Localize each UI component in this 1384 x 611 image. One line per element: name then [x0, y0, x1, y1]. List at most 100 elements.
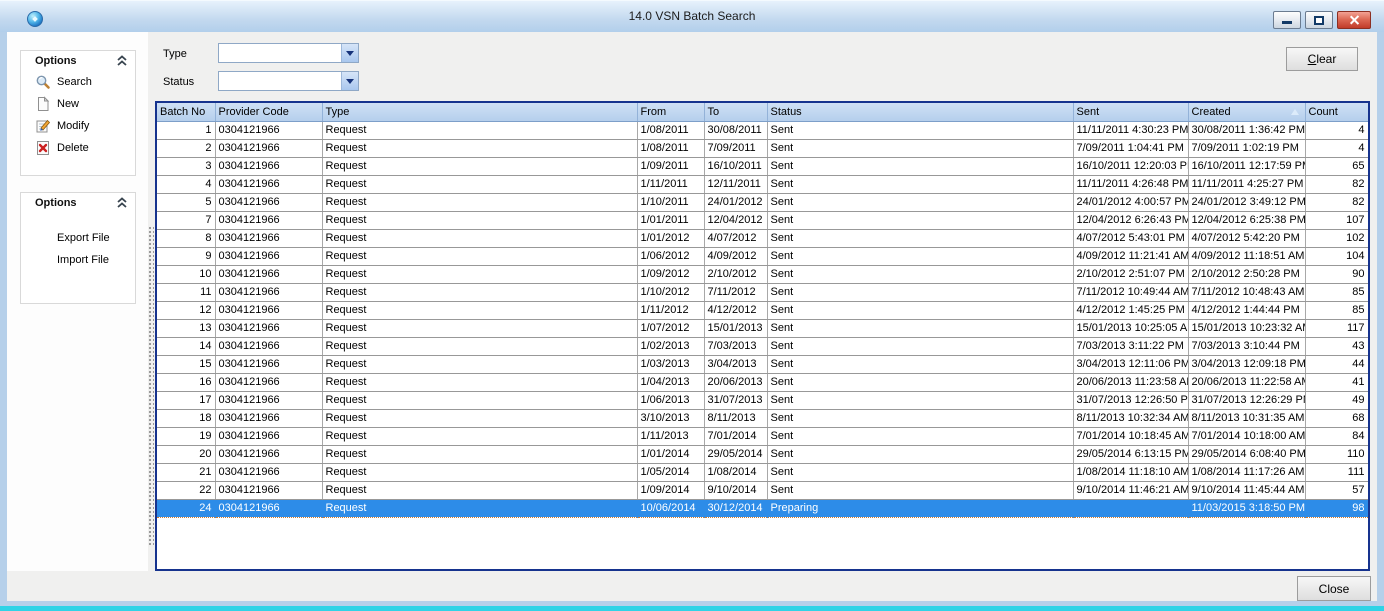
cell-batch-no: 9	[157, 247, 215, 265]
cell-batch-no: 18	[157, 409, 215, 427]
type-dropdown-value	[219, 44, 341, 62]
sidebar: Options Search New	[7, 32, 148, 571]
table-row[interactable]: 10304121966Request1/08/201130/08/2011Sen…	[157, 121, 1368, 139]
minimize-button[interactable]	[1273, 11, 1301, 29]
cell-provider-code: 0304121966	[215, 319, 322, 337]
column-header-provider-code[interactable]: Provider Code	[215, 103, 322, 121]
column-header-created[interactable]: Created	[1188, 103, 1305, 121]
cell-type: Request	[322, 301, 637, 319]
table-row[interactable]: 90304121966Request1/06/20124/09/2012Sent…	[157, 247, 1368, 265]
close-window-button[interactable]	[1337, 11, 1371, 29]
cell-from: 1/06/2012	[637, 247, 704, 265]
column-header-batch-no[interactable]: Batch No	[157, 103, 215, 121]
cell-sent: 7/11/2012 10:49:44 AM	[1073, 283, 1188, 301]
cell-status: Sent	[767, 481, 1073, 499]
table-row[interactable]: 50304121966Request1/10/201124/01/2012Sen…	[157, 193, 1368, 211]
group-header[interactable]: Options	[21, 193, 135, 213]
table-row[interactable]: 110304121966Request1/10/20127/11/2012Sen…	[157, 283, 1368, 301]
table-row[interactable]: 220304121966Request1/09/20149/10/2014Sen…	[157, 481, 1368, 499]
status-dropdown-button[interactable]	[341, 72, 358, 90]
cell-to: 7/09/2011	[704, 139, 767, 157]
cell-sent: 4/12/2012 1:45:25 PM	[1073, 301, 1188, 319]
table-row[interactable]: 240304121966Request10/06/201430/12/2014P…	[157, 499, 1368, 517]
cell-created: 4/07/2012 5:42:20 PM	[1188, 229, 1305, 247]
cell-provider-code: 0304121966	[215, 355, 322, 373]
cell-status: Sent	[767, 121, 1073, 139]
sort-ascending-icon	[1291, 109, 1299, 115]
sidebar-item-import-file[interactable]: Import File	[21, 249, 135, 271]
sidebar-item-label: New	[57, 98, 79, 110]
status-dropdown-value	[219, 72, 341, 90]
cell-created: 9/10/2014 11:45:44 AM	[1188, 481, 1305, 499]
table-row[interactable]: 130304121966Request1/07/201215/01/2013Se…	[157, 319, 1368, 337]
cell-status: Sent	[767, 445, 1073, 463]
cell-created: 20/06/2013 11:22:58 AM	[1188, 373, 1305, 391]
clear-button[interactable]: Clear	[1286, 47, 1358, 71]
column-header-count[interactable]: Count	[1305, 103, 1368, 121]
cell-to: 12/11/2011	[704, 175, 767, 193]
status-label: Status	[163, 76, 194, 88]
column-header-status[interactable]: Status	[767, 103, 1073, 121]
table-row[interactable]: 20304121966Request1/08/20117/09/2011Sent…	[157, 139, 1368, 157]
cell-status: Sent	[767, 193, 1073, 211]
collapse-chevron-icon[interactable]	[115, 54, 129, 68]
cell-count: 85	[1305, 301, 1368, 319]
table-row[interactable]: 120304121966Request1/11/20124/12/2012Sen…	[157, 301, 1368, 319]
sidebar-item-label: Export File	[57, 232, 110, 244]
cell-sent: 11/11/2011 4:26:48 PM	[1073, 175, 1188, 193]
cell-count: 4	[1305, 139, 1368, 157]
table-row[interactable]: 80304121966Request1/01/20124/07/2012Sent…	[157, 229, 1368, 247]
cell-created: 30/08/2011 1:36:42 PM	[1188, 121, 1305, 139]
cell-type: Request	[322, 445, 637, 463]
table-row[interactable]: 200304121966Request1/01/201429/05/2014Se…	[157, 445, 1368, 463]
cell-provider-code: 0304121966	[215, 445, 322, 463]
restore-button[interactable]	[1305, 11, 1333, 29]
table-row[interactable]: 170304121966Request1/06/201331/07/2013Se…	[157, 391, 1368, 409]
cell-from: 1/02/2013	[637, 337, 704, 355]
group-header[interactable]: Options	[21, 51, 135, 71]
cell-status: Sent	[767, 283, 1073, 301]
cell-sent: 11/11/2011 4:30:23 PM	[1073, 121, 1188, 139]
cell-provider-code: 0304121966	[215, 409, 322, 427]
sidebar-item-export-file[interactable]: Export File	[21, 227, 135, 249]
cell-provider-code: 0304121966	[215, 337, 322, 355]
table-row[interactable]: 150304121966Request1/03/20133/04/2013Sen…	[157, 355, 1368, 373]
column-header-from[interactable]: From	[637, 103, 704, 121]
sidebar-item-search[interactable]: Search	[21, 71, 135, 93]
table-row[interactable]: 40304121966Request1/11/201112/11/2011Sen…	[157, 175, 1368, 193]
status-dropdown[interactable]	[218, 71, 359, 91]
column-header-type[interactable]: Type	[322, 103, 637, 121]
sidebar-item-delete[interactable]: Delete	[21, 137, 135, 159]
type-dropdown-button[interactable]	[341, 44, 358, 62]
table-row[interactable]: 30304121966Request1/09/201116/10/2011Sen…	[157, 157, 1368, 175]
cell-batch-no: 20	[157, 445, 215, 463]
table-row[interactable]: 100304121966Request1/09/20122/10/2012Sen…	[157, 265, 1368, 283]
table-row[interactable]: 180304121966Request3/10/20138/11/2013Sen…	[157, 409, 1368, 427]
table-row[interactable]: 140304121966Request1/02/20137/03/2013Sen…	[157, 337, 1368, 355]
column-header-sent[interactable]: Sent	[1073, 103, 1188, 121]
cell-from: 1/01/2011	[637, 211, 704, 229]
cell-sent: 9/10/2014 11:46:21 AM	[1073, 481, 1188, 499]
sidebar-item-new[interactable]: New	[21, 93, 135, 115]
cell-to: 9/10/2014	[704, 481, 767, 499]
cell-created: 4/12/2012 1:44:44 PM	[1188, 301, 1305, 319]
table-row[interactable]: 70304121966Request1/01/201112/04/2012Sen…	[157, 211, 1368, 229]
table-row[interactable]: 160304121966Request1/04/201320/06/2013Se…	[157, 373, 1368, 391]
sidebar-item-label: Import File	[57, 254, 109, 266]
table-row[interactable]: 210304121966Request1/05/20141/08/2014Sen…	[157, 463, 1368, 481]
sidebar-item-modify[interactable]: Modify	[21, 115, 135, 137]
cell-sent: 31/07/2013 12:26:50 PM	[1073, 391, 1188, 409]
table-row[interactable]: 190304121966Request1/11/20137/01/2014Sen…	[157, 427, 1368, 445]
cell-created: 1/08/2014 11:17:26 AM	[1188, 463, 1305, 481]
type-dropdown[interactable]	[218, 43, 359, 63]
collapse-chevron-icon[interactable]	[115, 196, 129, 210]
cell-count: 44	[1305, 355, 1368, 373]
cell-type: Request	[322, 499, 637, 517]
cell-to: 4/12/2012	[704, 301, 767, 319]
pane-splitter[interactable]	[147, 225, 154, 545]
close-button[interactable]: Close	[1297, 576, 1371, 601]
cell-status: Sent	[767, 265, 1073, 283]
column-header-to[interactable]: To	[704, 103, 767, 121]
cell-status: Sent	[767, 355, 1073, 373]
cell-from: 1/01/2012	[637, 229, 704, 247]
